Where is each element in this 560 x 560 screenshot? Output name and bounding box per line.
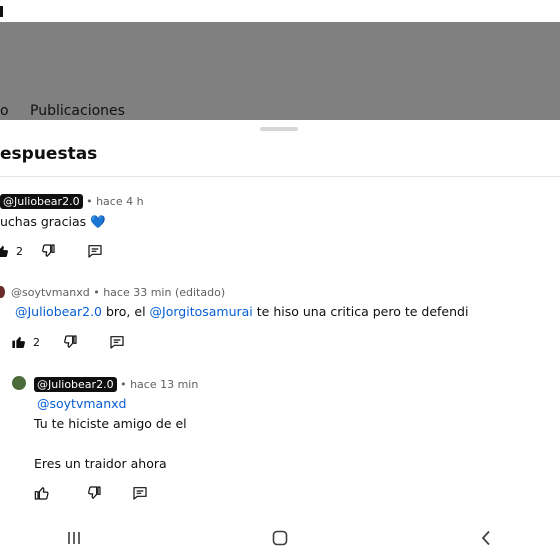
tab-partial[interactable]: o (0, 103, 9, 119)
status-bar (0, 0, 560, 22)
mention-link[interactable]: @Jorgitosamurai (150, 304, 253, 319)
dislike-icon (42, 244, 55, 257)
home-button[interactable] (266, 528, 294, 548)
dislike-button[interactable] (86, 485, 102, 501)
recents-button[interactable] (60, 528, 88, 548)
mention-line: @soytvmanxd (37, 396, 126, 411)
reply-meta: @soytvmanxd • hace 33 min (editado) (11, 286, 225, 299)
reply-time: • hace 4 h (86, 195, 144, 208)
mention-link[interactable]: @soytvmanxd (37, 396, 126, 411)
reply-text: Tu te hiciste amigo de el (34, 416, 187, 431)
avatar[interactable] (12, 376, 26, 390)
reply-text: @Juliobear2.0 bro, el @Jorgitosamurai te… (15, 304, 468, 319)
reply-actions: 2 (0, 334, 200, 354)
reply-text-content: uchas gracias (0, 214, 87, 229)
sheet-title: espuestas (0, 144, 98, 164)
reply-button[interactable] (87, 243, 103, 259)
author-chip[interactable]: @Juliobear2.0 (34, 377, 117, 392)
like-count: 2 (33, 335, 40, 349)
home-icon (272, 530, 288, 546)
mention-link[interactable]: @Juliobear2.0 (15, 304, 102, 319)
reply-icon (110, 336, 124, 349)
recents-icon (68, 532, 80, 544)
back-icon (481, 530, 490, 546)
status-bar-fragment (0, 6, 3, 17)
dislike-icon (88, 486, 101, 499)
reply-author[interactable]: @soytvmanxd (11, 286, 90, 299)
author-chip[interactable]: @Juliobear2.0 (0, 194, 83, 209)
like-icon (0, 245, 8, 257)
dimmed-background[interactable]: o Publicaciones (0, 22, 560, 132)
replies-sheet: espuestas @Juliobear2.0 • hace 4 h uchas… (0, 120, 560, 560)
dislike-button[interactable] (40, 243, 56, 259)
tab-publicaciones[interactable]: Publicaciones (30, 103, 125, 119)
back-button[interactable] (472, 528, 500, 548)
heart-emoji: 💙 (90, 214, 106, 229)
like-button[interactable] (34, 485, 50, 501)
reply-actions (0, 485, 200, 505)
reply-text: uchas gracias 💙 (0, 214, 106, 230)
system-nav-bar (0, 516, 560, 560)
like-count: 2 (16, 244, 23, 258)
like-icon (34, 487, 49, 500)
reply-meta: @Juliobear2.0 • hace 4 h (0, 194, 144, 209)
reply-text-content: bro, el (102, 304, 150, 319)
divider (0, 176, 560, 177)
like-button[interactable]: 2 (11, 334, 40, 350)
drag-handle[interactable] (260, 127, 298, 131)
reply-icon (133, 487, 147, 500)
like-button[interactable]: 2 (0, 243, 23, 259)
dislike-button[interactable] (62, 334, 78, 350)
dislike-icon (64, 335, 77, 348)
reply-text: Eres un traidor ahora (34, 456, 167, 471)
reply-icon (88, 245, 102, 258)
reply-time: • hace 33 min (editado) (93, 286, 226, 299)
reply-text-content: te hiso una critica pero te defendi (252, 304, 469, 319)
reply-button[interactable] (109, 334, 125, 350)
avatar[interactable] (0, 286, 5, 298)
reply-time: • hace 13 min (120, 378, 199, 391)
like-icon (12, 336, 25, 348)
reply-meta: @Juliobear2.0 • hace 13 min (34, 377, 198, 392)
reply-actions: 2 (0, 243, 200, 263)
reply-button[interactable] (132, 485, 148, 501)
